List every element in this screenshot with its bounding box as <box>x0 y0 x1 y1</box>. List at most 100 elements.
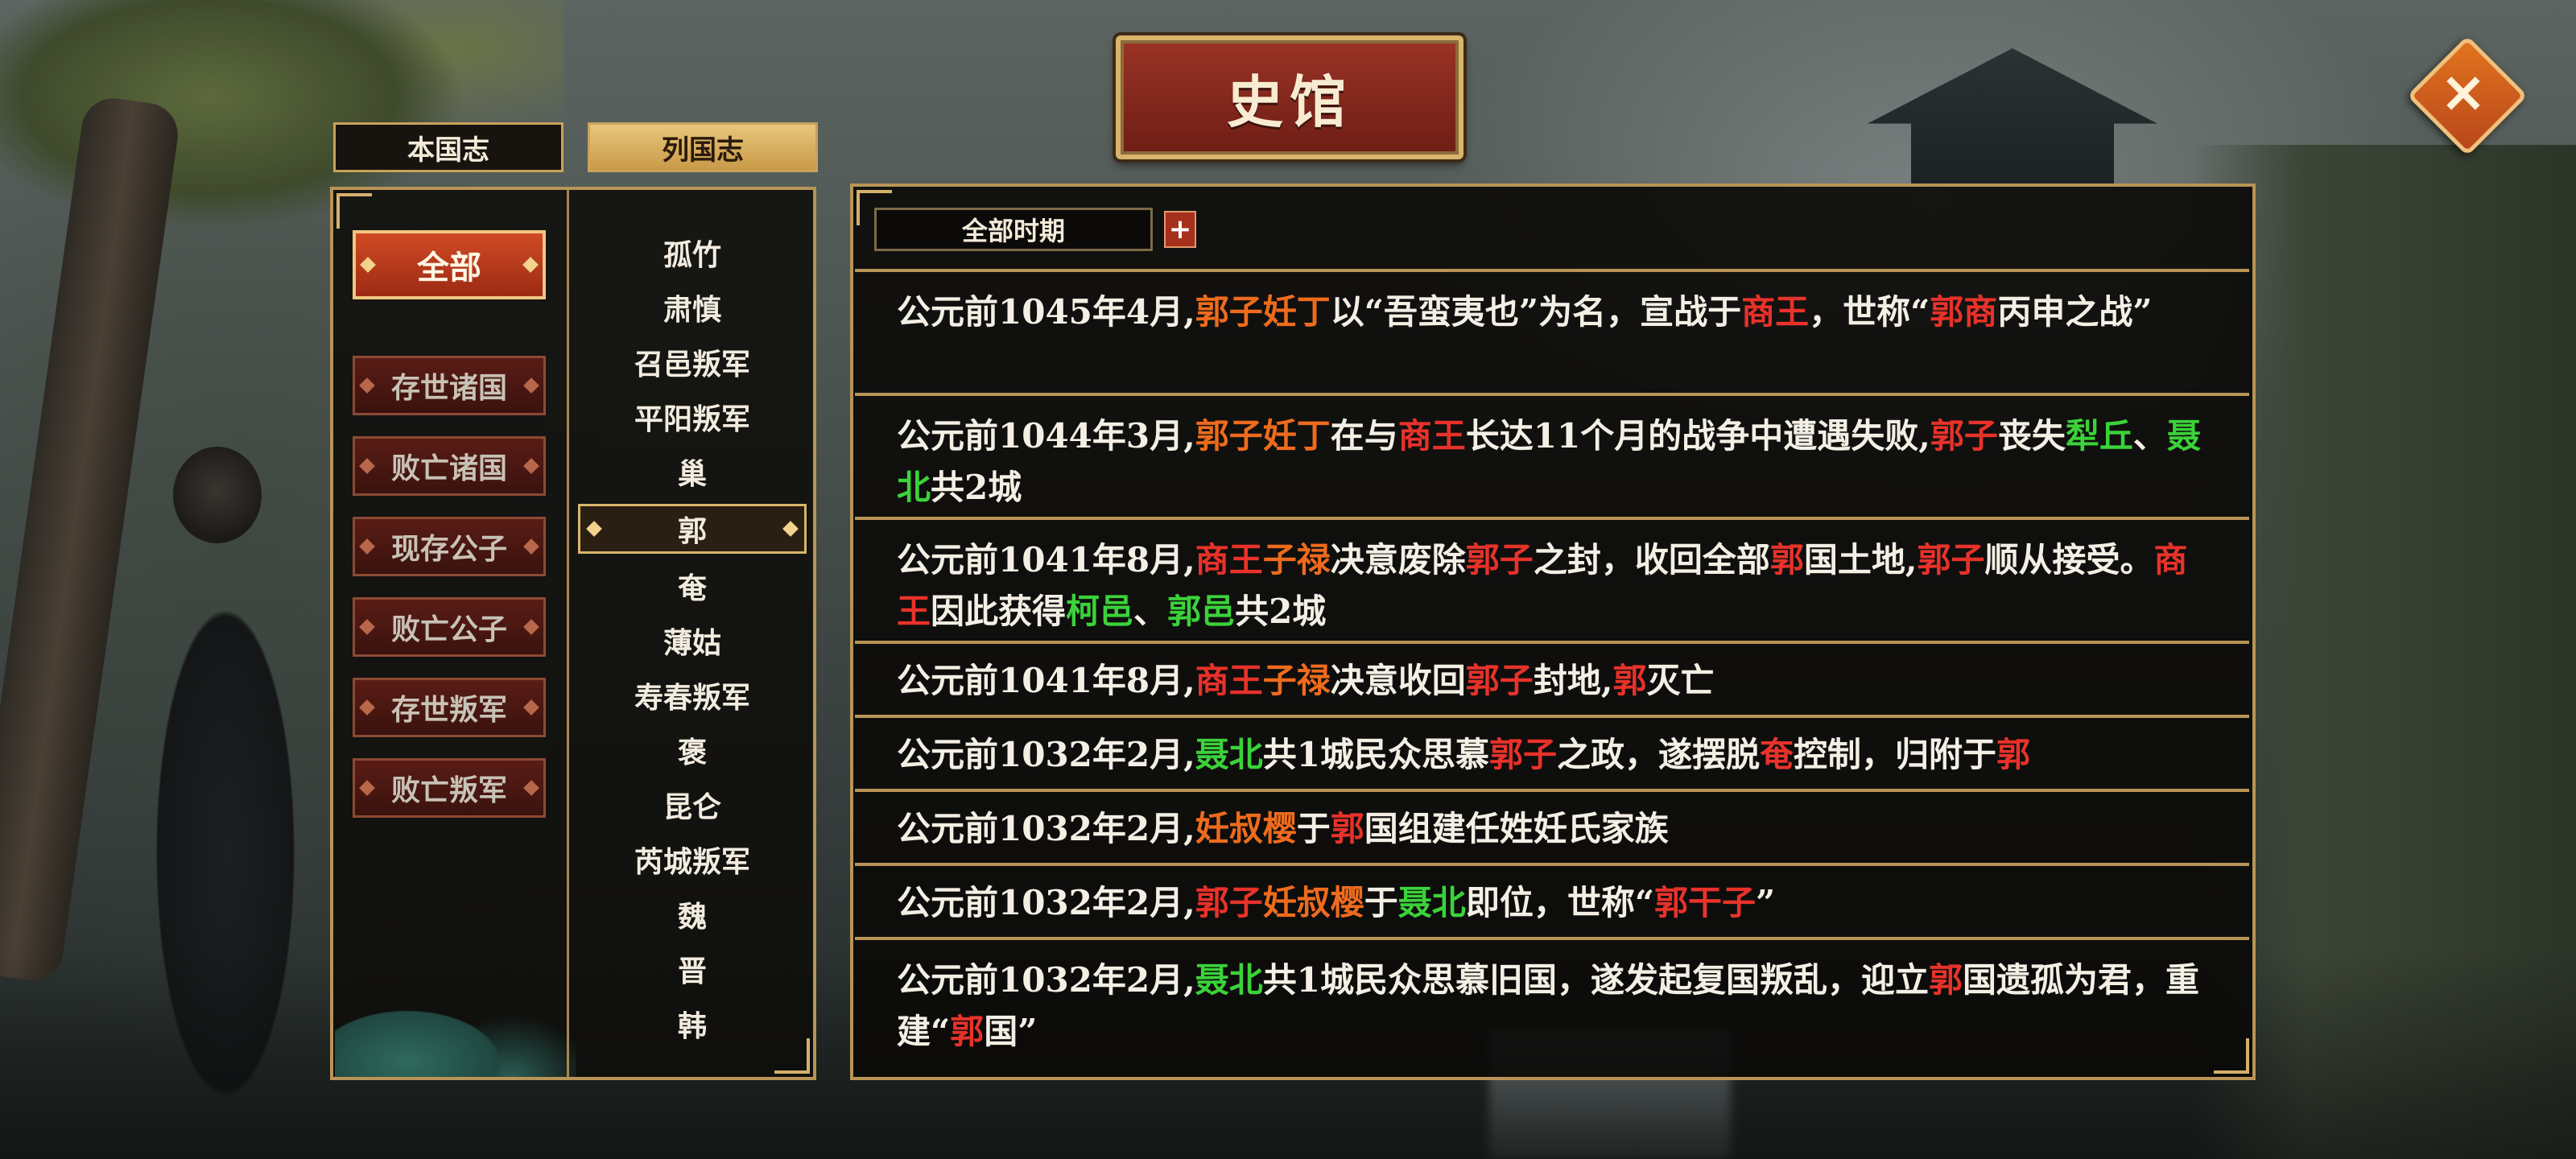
record-text: 共2城 <box>1235 592 1327 631</box>
record-text: ，世称“ <box>1809 292 1930 332</box>
highlighted-name: 郭 <box>1929 960 1963 1000</box>
highlighted-name: 郭 <box>1330 809 1364 848</box>
record-text: 公元前1041年8月, <box>897 540 1195 580</box>
panel-divider <box>567 190 569 1077</box>
highlighted-name: 郭子 <box>1489 735 1558 774</box>
record-text: 丙申之战” <box>1997 292 2153 332</box>
highlighted-name: 郭子 <box>1195 883 1263 922</box>
record-text: 在与 <box>1330 416 1398 456</box>
record-text: 公元前1044年3月, <box>897 416 1195 456</box>
highlighted-name: 郭子 <box>1465 661 1534 700</box>
highlighted-name: 聂北 <box>1397 883 1466 922</box>
category-living-princes-button[interactable]: 现存公子 <box>353 517 546 576</box>
history-record: 公元前1032年2月,妊叔樱于郭国组建任姓妊氏家族 <box>855 789 2249 863</box>
record-text: 因此获得 <box>931 592 1067 631</box>
highlighted-name: 郭 <box>1769 540 1804 580</box>
sage-head <box>173 447 262 543</box>
highlighted-name: 郭子 <box>1917 540 1985 580</box>
nation-item[interactable]: 芮城叛军 <box>572 832 813 887</box>
nation-item[interactable]: 韩 <box>572 996 813 1051</box>
category-fallen-rebels-button[interactable]: 败亡叛军 <box>353 758 546 818</box>
category-fallen-states-button[interactable]: 败亡诸国 <box>353 436 546 496</box>
nation-item[interactable]: 奄 <box>572 559 813 613</box>
nation-item[interactable]: 寿春叛军 <box>572 668 813 723</box>
record-text: 、 <box>1133 592 1168 631</box>
history-record: 公元前1032年2月,聂北共1城民众思慕旧国，遂发起复国叛乱，迎立郭国遗孤为君，… <box>855 937 2249 1061</box>
highlighted-name: 商王 <box>1195 540 1263 580</box>
history-record: 公元前1044年3月,郭子妊丁在与商王长达11个月的战争中遭遇失败,郭子丧失犁丘… <box>855 393 2249 517</box>
highlighted-name: 子禄 <box>1262 540 1331 580</box>
record-text: 公元前1032年2月, <box>897 960 1195 1000</box>
nation-item[interactable]: 昆仑 <box>572 777 813 832</box>
nation-item[interactable]: 肃慎 <box>572 280 813 335</box>
highlighted-name: 聂北 <box>1195 960 1263 1000</box>
record-text: 灭亡 <box>1646 661 1715 700</box>
category-fallen-princes-button[interactable]: 败亡公子 <box>353 597 546 657</box>
category-all-button[interactable]: 全部 <box>353 230 546 299</box>
record-text: 决意收回 <box>1330 661 1466 700</box>
record-text: 公元前1041年8月, <box>897 661 1195 700</box>
highlighted-name: 郭子妊丁 <box>1195 292 1331 332</box>
nation-item[interactable]: 褒 <box>572 723 813 777</box>
close-icon[interactable]: × <box>2425 53 2502 130</box>
highlighted-name: 郭子 <box>1465 540 1534 580</box>
highlighted-name: 犁丘 <box>2065 416 2133 456</box>
page-title: 史馆 <box>1227 68 1352 135</box>
highlighted-name: 郭 <box>1612 661 1647 700</box>
nation-item[interactable]: 召邑叛军 <box>572 335 813 390</box>
record-text: 公元前1032年2月, <box>897 883 1195 922</box>
history-record: 公元前1032年2月,郭子妊叔樱于聂北即位，世称“郭干子” <box>855 863 2249 937</box>
tab-home-annals[interactable]: 本国志 <box>333 122 564 172</box>
record-text: 共1城民众思慕旧国，遂发起复国叛乱，迎立 <box>1262 960 1929 1000</box>
highlighted-name: 郭子妊丁 <box>1195 416 1331 456</box>
record-text: 共2城 <box>931 468 1022 507</box>
highlighted-name: 郭子 <box>1930 416 1998 456</box>
highlighted-name: 妊叔樱 <box>1262 883 1364 922</box>
record-text: 公元前1032年2月, <box>897 809 1195 848</box>
nation-list: 孤竹 肃慎 召邑叛军 平阳叛军 巢 郭 奄 薄姑 寿春叛军 褒 昆仑 芮城叛军 … <box>572 225 813 1051</box>
category-surviving-states-button[interactable]: 存世诸国 <box>353 356 546 415</box>
highlighted-name: 奄 <box>1760 735 1794 774</box>
nation-item[interactable]: 魏 <box>572 887 813 942</box>
highlighted-name: 妊叔樱 <box>1195 809 1297 848</box>
record-text: 公元前1045年4月, <box>897 292 1195 332</box>
category-surviving-rebels-button[interactable]: 存世叛军 <box>353 678 546 737</box>
history-record: 公元前1045年4月,郭子妊丁以“吾蛮夷也”为名，宣战于商王，世称“郭商丙申之战… <box>855 269 2249 393</box>
record-text: 国组建任姓妊氏家族 <box>1364 809 1669 848</box>
nation-item-selected[interactable]: 郭 <box>578 504 807 554</box>
highlighted-name: 聂北 <box>1195 735 1263 774</box>
highlighted-name: 商王 <box>1195 661 1263 700</box>
mountain-decoration <box>335 918 576 1077</box>
record-text: 顺从接受。 <box>1984 540 2154 580</box>
record-text: 国土地, <box>1803 540 1918 580</box>
history-records-list: 公元前1045年4月,郭子妊丁以“吾蛮夷也”为名，宣战于商王，世称“郭商丙申之战… <box>855 269 2249 1061</box>
record-text: 长达11个月的战争中遭遇失败, <box>1465 416 1930 456</box>
nation-item[interactable]: 孤竹 <box>572 225 813 280</box>
period-dropdown[interactable]: 全部时期 <box>874 208 1153 251</box>
record-text: 共1城民众思慕 <box>1262 735 1489 774</box>
highlighted-name: 郭 <box>1996 735 2031 774</box>
history-record: 公元前1032年2月,聂北共1城民众思慕郭子之政，遂摆脱奄控制，归附于郭 <box>855 715 2249 789</box>
record-text: 决意废除 <box>1330 540 1466 580</box>
highlighted-name: 柯邑 <box>1066 592 1134 631</box>
record-text: 于 <box>1364 883 1398 922</box>
record-text: 国” <box>984 1012 1038 1051</box>
record-text: 之封，收回全部 <box>1533 540 1770 580</box>
record-text: 于 <box>1296 809 1331 848</box>
highlighted-name: 郭 <box>1930 292 1964 332</box>
highlighted-name: 商王 <box>1397 416 1466 456</box>
record-text: 即位，世称“ <box>1465 883 1654 922</box>
tab-states-annals[interactable]: 列国志 <box>588 122 818 172</box>
nation-item[interactable]: 薄姑 <box>572 613 813 668</box>
highlighted-name: 郭干子 <box>1653 883 1756 922</box>
record-text: 控制，归附于 <box>1794 735 1997 774</box>
nation-item[interactable]: 巢 <box>572 444 813 499</box>
period-plus-button[interactable]: + <box>1164 211 1196 248</box>
record-text: 公元前1032年2月, <box>897 735 1195 774</box>
nation-item[interactable]: 晋 <box>572 942 813 996</box>
history-record: 公元前1041年8月,商王子禄决意收回郭子封地,郭灭亡 <box>855 641 2249 715</box>
highlighted-name: 子禄 <box>1262 661 1331 700</box>
highlighted-name: 商王 <box>1741 292 1810 332</box>
nation-item[interactable]: 平阳叛军 <box>572 390 813 444</box>
record-text: 、 <box>2132 416 2167 456</box>
